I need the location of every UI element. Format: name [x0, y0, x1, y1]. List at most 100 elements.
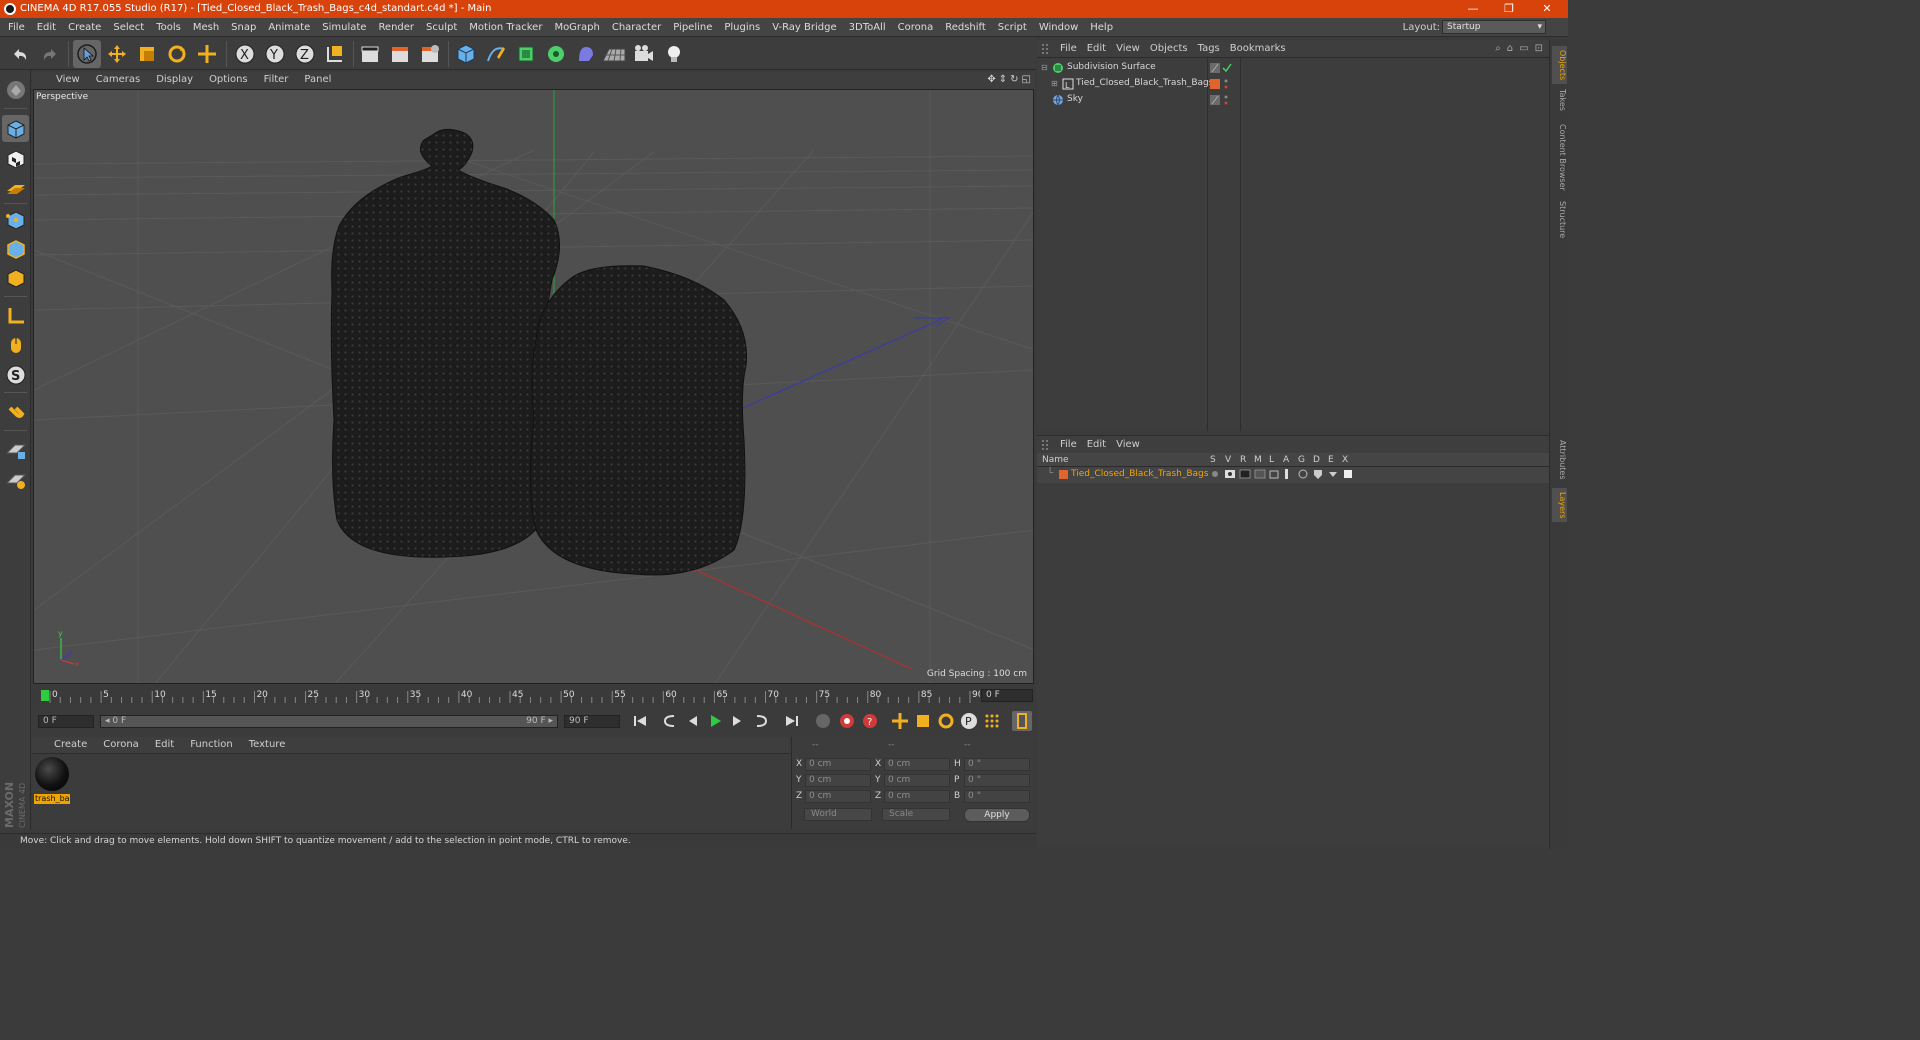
- viewport-menu-cameras[interactable]: Cameras: [88, 74, 148, 85]
- lock-workplane-button[interactable]: [2, 436, 29, 463]
- size-z-field[interactable]: 0 cm: [884, 790, 950, 803]
- coordinate-mode-select[interactable]: World: [804, 808, 872, 821]
- position-x-field[interactable]: 0 cm: [805, 758, 871, 771]
- material-menu-corona[interactable]: Corona: [95, 739, 147, 750]
- material-preview-swatch[interactable]: [35, 757, 69, 791]
- render-view-button[interactable]: [356, 40, 384, 68]
- visibility-toggles[interactable]: [1210, 94, 1240, 106]
- tab-content-browser[interactable]: Content Browser: [1552, 120, 1567, 194]
- magnet-tool-button[interactable]: [2, 399, 29, 426]
- size-x-field[interactable]: 0 cm: [884, 758, 950, 771]
- object-menu-tags[interactable]: Tags: [1195, 43, 1227, 54]
- layer-menu-file[interactable]: File: [1057, 439, 1084, 450]
- preview-range-slider[interactable]: ◂ 0 F 90 F ▸: [100, 715, 558, 728]
- object-row-subdivision[interactable]: ⊟ Subdivision Surface: [1037, 60, 1549, 76]
- model-mode-button[interactable]: [2, 115, 29, 142]
- object-menu-file[interactable]: File: [1057, 43, 1084, 54]
- layer-color-tag[interactable]: [1210, 78, 1240, 90]
- orbit-icon[interactable]: ↻: [1010, 74, 1018, 85]
- column-name[interactable]: Name: [1042, 455, 1069, 465]
- menu-script[interactable]: Script: [992, 18, 1033, 37]
- polygons-mode-button[interactable]: [2, 264, 29, 291]
- add-cube-button[interactable]: [452, 40, 480, 68]
- viewport-menu-options[interactable]: Options: [201, 74, 256, 85]
- menu-select[interactable]: Select: [107, 18, 150, 37]
- position-z-field[interactable]: 0 cm: [805, 790, 871, 803]
- key-position-button[interactable]: [890, 711, 910, 731]
- column-xref[interactable]: X: [1342, 455, 1348, 465]
- add-deformer-button[interactable]: [572, 40, 600, 68]
- material-name-label[interactable]: trash_ba: [34, 794, 70, 804]
- next-frame-button[interactable]: [727, 711, 747, 731]
- workplane-mode-button[interactable]: [2, 174, 29, 201]
- rotation-h-field[interactable]: 0 °: [964, 758, 1030, 771]
- tweak-mode-button[interactable]: [2, 331, 29, 358]
- menu-edit[interactable]: Edit: [31, 18, 62, 37]
- perspective-viewport[interactable]: y x Perspective Grid Spacing : 100 cm: [33, 89, 1034, 684]
- viewport-camera-label[interactable]: Perspective: [36, 92, 88, 102]
- object-name[interactable]: Subdivision Surface: [1067, 62, 1156, 72]
- texture-mode-button[interactable]: [2, 145, 29, 172]
- previous-frame-button[interactable]: [683, 711, 703, 731]
- planar-workplane-button[interactable]: [2, 466, 29, 493]
- material-menu-texture[interactable]: Texture: [241, 739, 294, 750]
- menu-redshift[interactable]: Redshift: [939, 18, 992, 37]
- menu-pipeline[interactable]: Pipeline: [667, 18, 718, 37]
- new-view-icon[interactable]: ▭: [1519, 43, 1528, 54]
- rotation-b-field[interactable]: 0 °: [964, 790, 1030, 803]
- x-axis-lock-button[interactable]: X: [231, 40, 259, 68]
- object-menu-bookmarks[interactable]: Bookmarks: [1227, 43, 1293, 54]
- menu-file[interactable]: File: [2, 18, 31, 37]
- column-animation[interactable]: A: [1283, 455, 1289, 465]
- material-menu-edit[interactable]: Edit: [147, 739, 182, 750]
- column-render[interactable]: R: [1240, 455, 1246, 465]
- tab-attributes[interactable]: Attributes: [1552, 436, 1567, 484]
- y-axis-lock-button[interactable]: Y: [261, 40, 289, 68]
- menu-mesh[interactable]: Mesh: [187, 18, 225, 37]
- add-subdivision-button[interactable]: [512, 40, 540, 68]
- scale-tool-button[interactable]: [133, 40, 161, 68]
- menu-mograph[interactable]: MoGraph: [548, 18, 605, 37]
- apply-button[interactable]: Apply: [964, 808, 1030, 822]
- autokeying-button[interactable]: [837, 711, 857, 731]
- record-keys-button[interactable]: [813, 711, 833, 731]
- add-light-button[interactable]: [660, 40, 688, 68]
- home-icon[interactable]: ⌂: [1507, 43, 1513, 54]
- go-to-end-button[interactable]: [782, 711, 802, 731]
- tab-takes[interactable]: Takes: [1552, 86, 1567, 114]
- go-to-start-button[interactable]: [630, 711, 650, 731]
- object-menu-view[interactable]: View: [1113, 43, 1147, 54]
- transform-tool-button[interactable]: [193, 40, 221, 68]
- column-solo[interactable]: S: [1210, 455, 1216, 465]
- viewport-menu-filter[interactable]: Filter: [256, 74, 297, 85]
- timeline[interactable]: 0 5 10 15 20 25 30 35 40 45 50 55 60 65 70 75 80 85 90 0 F: [32, 685, 1035, 705]
- dolly-icon[interactable]: ⇕: [999, 74, 1007, 85]
- material-menu-create[interactable]: Create: [46, 739, 95, 750]
- menu-snap[interactable]: Snap: [225, 18, 262, 37]
- current-frame-field[interactable]: 0 F: [981, 689, 1033, 702]
- menu-animate[interactable]: Animate: [262, 18, 316, 37]
- column-view[interactable]: V: [1225, 455, 1231, 465]
- layer-name[interactable]: Tied_Closed_Black_Trash_Bags: [1071, 469, 1208, 479]
- redo-button[interactable]: [36, 40, 64, 68]
- tab-structure[interactable]: Structure: [1552, 198, 1567, 242]
- close-button[interactable]: ✕: [1532, 1, 1562, 17]
- layer-menu-edit[interactable]: Edit: [1084, 439, 1113, 450]
- maximize-view-icon[interactable]: ◱: [1022, 74, 1031, 85]
- object-name[interactable]: Tied_Closed_Black_Trash_Bags: [1076, 78, 1213, 88]
- layer-menu-view[interactable]: View: [1113, 439, 1147, 450]
- expand-icon[interactable]: ⊞: [1051, 79, 1058, 88]
- menu-plugins[interactable]: Plugins: [718, 18, 766, 37]
- material-menu-function[interactable]: Function: [182, 739, 241, 750]
- menu-corona[interactable]: Corona: [892, 18, 940, 37]
- z-axis-lock-button[interactable]: Z: [291, 40, 319, 68]
- menu-sculpt[interactable]: Sculpt: [420, 18, 463, 37]
- coordinate-system-button[interactable]: [321, 40, 349, 68]
- timeline-ruler[interactable]: 0 5 10 15 20 25 30 35 40 45 50 55 60 65 70 75 80 85 90: [40, 687, 980, 705]
- move-tool-button[interactable]: [103, 40, 131, 68]
- next-key-button[interactable]: [751, 711, 771, 731]
- expand-icon[interactable]: ⊡: [1535, 43, 1543, 54]
- undo-button[interactable]: [6, 40, 34, 68]
- layer-row[interactable]: └ Tied_Closed_Black_Trash_Bags: [1037, 467, 1549, 483]
- menu-window[interactable]: Window: [1033, 18, 1084, 37]
